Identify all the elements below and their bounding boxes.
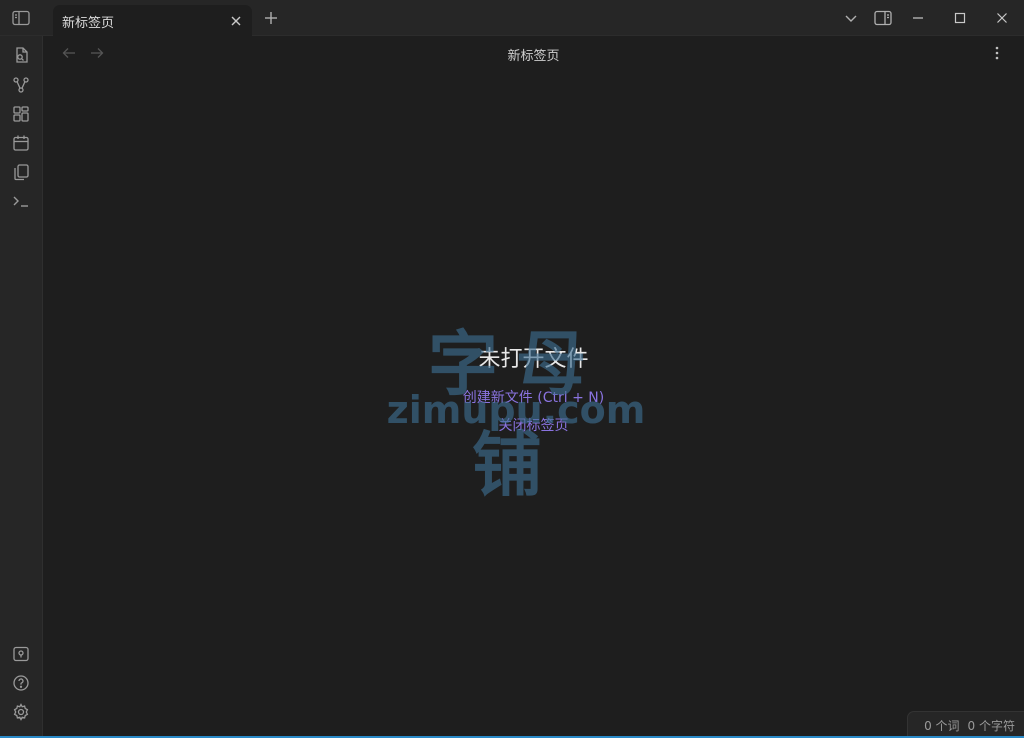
templates-icon[interactable]	[8, 159, 34, 185]
maximize-icon[interactable]	[950, 8, 970, 28]
sidebar-toggle-icon[interactable]	[11, 8, 31, 28]
vault-icon[interactable]	[8, 641, 34, 667]
title-bar: 新标签页	[0, 0, 1024, 36]
right-sidebar-icon[interactable]	[872, 8, 894, 28]
forward-arrow-icon[interactable]	[87, 44, 107, 62]
more-options-icon[interactable]	[987, 44, 1007, 62]
calendar-icon[interactable]	[8, 130, 34, 156]
close-icon[interactable]	[226, 11, 246, 31]
chevron-down-icon[interactable]	[841, 8, 861, 28]
settings-icon[interactable]	[8, 699, 34, 725]
minimize-icon[interactable]	[908, 8, 928, 28]
status-bar: 0 个词 0 个字符	[907, 711, 1024, 738]
switcher-icon[interactable]	[8, 42, 34, 68]
window-close-icon[interactable]	[992, 8, 1012, 28]
canvas-icon[interactable]	[8, 101, 34, 127]
tab-new-tab[interactable]: 新标签页	[53, 5, 252, 36]
word-count: 0 个词	[924, 718, 960, 733]
main-view: 新标签页 未打开文件 创建新文件 (Ctrl + N) 关闭标签页	[43, 36, 1024, 738]
plus-icon[interactable]	[261, 8, 281, 28]
left-ribbon	[0, 36, 43, 738]
char-count: 0 个字符	[967, 718, 1015, 733]
close-tab-link[interactable]: 关闭标签页	[43, 415, 1024, 435]
graph-icon[interactable]	[8, 72, 34, 98]
create-new-file-link[interactable]: 创建新文件 (Ctrl + N)	[43, 387, 1024, 407]
view-header-title: 新标签页	[507, 49, 560, 64]
help-icon[interactable]	[8, 670, 34, 696]
empty-state-title: 未打开文件	[478, 347, 589, 372]
terminal-icon[interactable]	[8, 188, 34, 214]
back-arrow-icon[interactable]	[59, 44, 79, 62]
empty-state: 未打开文件 创建新文件 (Ctrl + N) 关闭标签页	[43, 341, 1024, 443]
tab-title: 新标签页	[62, 16, 115, 31]
